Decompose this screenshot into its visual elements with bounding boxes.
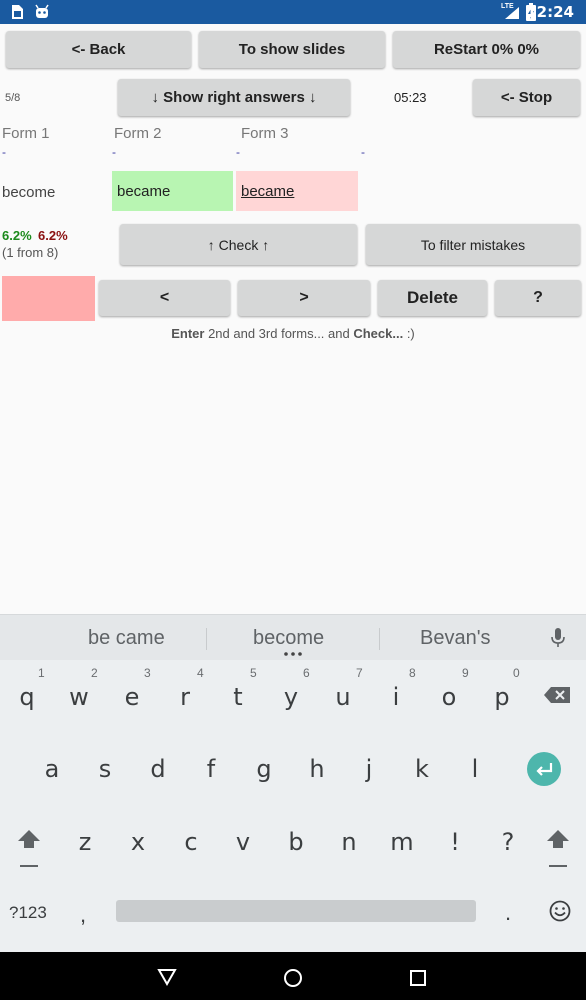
- answer-status-indicator: [2, 276, 95, 321]
- clock: 12:24: [526, 3, 574, 21]
- shift-right-icon[interactable]: [546, 829, 570, 869]
- navigation-bar: [0, 952, 586, 1000]
- key-exclamation[interactable]: !: [435, 828, 475, 856]
- form3-placeholder: -: [236, 145, 240, 159]
- correct-percent: 6.2%: [2, 228, 32, 243]
- form1-placeholder: -: [2, 145, 6, 159]
- key-u[interactable]: u: [323, 683, 363, 711]
- form1-value: become: [2, 184, 56, 201]
- check-button[interactable]: ↑ Check ↑: [120, 224, 357, 265]
- key-hint: 8: [409, 666, 416, 680]
- key-m[interactable]: m: [382, 828, 422, 856]
- shift-left-icon[interactable]: [17, 829, 41, 869]
- key-k[interactable]: k: [402, 755, 442, 783]
- key-hint: 2: [91, 666, 98, 680]
- emoji-icon[interactable]: [549, 900, 571, 922]
- key-i[interactable]: i: [376, 683, 416, 711]
- enter-icon[interactable]: [527, 752, 561, 786]
- key-l[interactable]: l: [455, 755, 495, 783]
- restart-button[interactable]: ReStart 0% 0%: [393, 31, 580, 68]
- wrong-percent: 6.2%: [38, 228, 68, 243]
- key-f[interactable]: f: [191, 755, 231, 783]
- android-icon: [35, 4, 49, 18]
- key-o[interactable]: o: [429, 683, 469, 711]
- instruction-bold-1: Enter: [171, 326, 205, 341]
- sim-card-icon: [12, 5, 23, 19]
- back-button[interactable]: <- Back: [6, 31, 191, 68]
- question-position: 5/8: [5, 92, 21, 104]
- key-p[interactable]: p: [482, 683, 522, 711]
- key-s[interactable]: s: [85, 755, 125, 783]
- form3-header: Form 3: [241, 125, 289, 142]
- key-w[interactable]: w: [59, 683, 99, 711]
- instruction-text-1: 2nd and 3rd forms... and: [204, 326, 354, 341]
- next-button[interactable]: >: [238, 280, 370, 316]
- key-c[interactable]: c: [171, 828, 211, 856]
- key-z[interactable]: z: [65, 828, 105, 856]
- score-count: (1 from 8): [2, 245, 59, 260]
- key-hint: 7: [356, 666, 363, 680]
- space-bar[interactable]: [116, 900, 476, 922]
- microphone-icon[interactable]: [550, 627, 566, 649]
- form2-placeholder: -: [112, 145, 116, 159]
- show-slides-button[interactable]: To show slides: [199, 31, 385, 68]
- key-n[interactable]: n: [329, 828, 369, 856]
- key-b[interactable]: b: [276, 828, 316, 856]
- key-hint: 4: [197, 666, 204, 680]
- form2-header: Form 2: [114, 125, 162, 142]
- key-h[interactable]: h: [297, 755, 337, 783]
- timer: 05:23: [394, 90, 427, 105]
- form1-header: Form 1: [2, 125, 50, 142]
- help-button[interactable]: ?: [495, 280, 581, 316]
- suggestion-2[interactable]: become: [253, 627, 324, 650]
- key-hint: 6: [303, 666, 310, 680]
- suggestion-divider: [379, 628, 380, 650]
- symbols-key[interactable]: ?123: [9, 903, 47, 923]
- home-nav-icon[interactable]: [283, 968, 303, 988]
- form2-input[interactable]: became: [112, 171, 233, 211]
- key-hint: 1: [38, 666, 45, 680]
- more-suggestions-icon[interactable]: [284, 652, 302, 656]
- suggestion-3[interactable]: Bevan's: [420, 627, 491, 650]
- instruction-text: Enter 2nd and 3rd forms... and Check... …: [0, 326, 586, 341]
- key-hint: 0: [513, 666, 520, 680]
- key-q[interactable]: q: [7, 683, 47, 711]
- delete-button[interactable]: Delete: [378, 280, 487, 316]
- back-nav-icon[interactable]: [157, 968, 177, 986]
- prev-button[interactable]: <: [99, 280, 230, 316]
- key-j[interactable]: j: [349, 755, 389, 783]
- key-question[interactable]: ?: [488, 828, 528, 856]
- suggestion-1[interactable]: be came: [88, 627, 165, 650]
- form3-input[interactable]: became: [236, 171, 358, 211]
- status-bar: LTE 12:24: [0, 0, 586, 24]
- key-hint: 9: [462, 666, 469, 680]
- signal-icon: [505, 7, 519, 19]
- period-key[interactable]: .: [505, 900, 511, 926]
- key-t[interactable]: t: [218, 683, 258, 711]
- key-y[interactable]: y: [271, 683, 311, 711]
- key-x[interactable]: x: [118, 828, 158, 856]
- key-a[interactable]: a: [32, 755, 72, 783]
- show-right-answers-button[interactable]: ↓ Show right answers ↓: [118, 79, 350, 116]
- key-d[interactable]: d: [138, 755, 178, 783]
- instruction-bold-2: Check...: [353, 326, 404, 341]
- key-hint: 3: [144, 666, 151, 680]
- instruction-text-2: :): [403, 326, 415, 341]
- filter-mistakes-button[interactable]: To filter mistakes: [366, 224, 580, 265]
- comma-key[interactable]: ,: [80, 902, 86, 928]
- stop-button[interactable]: <- Stop: [473, 79, 580, 116]
- backspace-icon[interactable]: [543, 686, 571, 704]
- key-hint: 5: [250, 666, 257, 680]
- key-v[interactable]: v: [223, 828, 263, 856]
- suggestion-divider: [206, 628, 207, 650]
- extra-placeholder: -: [361, 145, 365, 159]
- recents-nav-icon[interactable]: [409, 969, 427, 987]
- key-g[interactable]: g: [244, 755, 284, 783]
- suggestion-strip: be came become Bevan's: [0, 614, 586, 660]
- key-e[interactable]: e: [112, 683, 152, 711]
- key-r[interactable]: r: [165, 683, 205, 711]
